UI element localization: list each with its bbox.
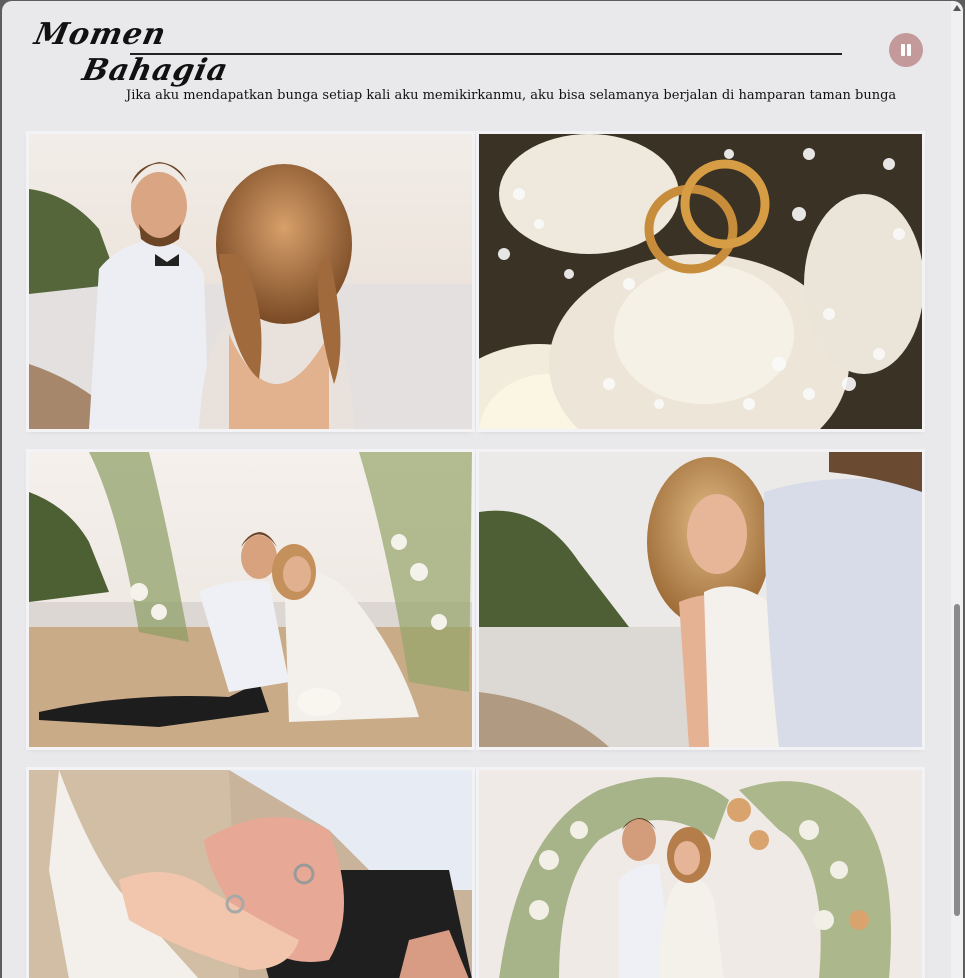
page-title-line2: Bahagia <box>79 53 232 88</box>
scroll-up-arrow-icon[interactable] <box>953 5 961 11</box>
photo-couple-under-flower-arch[interactable] <box>479 770 922 978</box>
page-title-line1: Momen <box>31 17 170 52</box>
photo-wedding-rings-roses[interactable] <box>479 134 922 429</box>
page-quote: Jika aku mendapatkan bunga setiap kali a… <box>126 88 897 103</box>
vertical-scrollbar[interactable] <box>951 1 963 978</box>
scrollbar-thumb[interactable] <box>954 604 960 916</box>
page-header: Momen Bahagia <box>31 15 842 97</box>
title-divider <box>130 53 842 55</box>
photo-rings-in-hands[interactable] <box>29 770 472 978</box>
browser-window: Momen Bahagia Jika aku mendapatkan bunga… <box>2 1 963 978</box>
photo-bride-looking-back[interactable] <box>479 452 922 747</box>
photo-couple-sitting-flower-arch[interactable] <box>29 452 472 747</box>
music-pause-button[interactable] <box>889 33 923 67</box>
photo-couple-beach-back[interactable] <box>29 134 472 429</box>
